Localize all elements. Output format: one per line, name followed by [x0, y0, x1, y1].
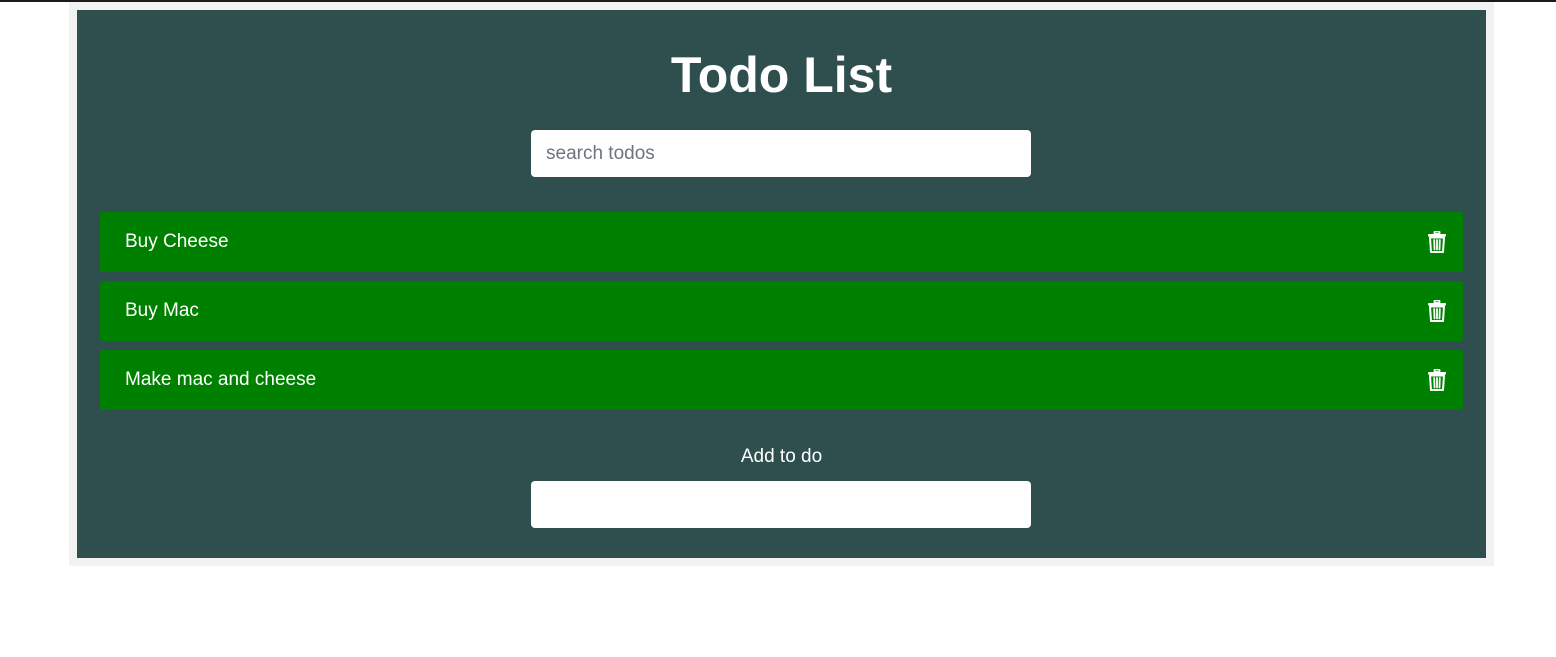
add-todo-label: Add to do: [740, 446, 823, 467]
trash-icon[interactable]: [1428, 231, 1446, 253]
list-item: Buy Mac: [100, 281, 1463, 341]
todo-list: Buy Cheese Buy Mac Make mac and cheese: [100, 212, 1463, 419]
trash-icon-graphic: [1428, 231, 1446, 253]
list-item: Buy Cheese: [100, 212, 1463, 272]
trash-icon-graphic: [1428, 369, 1446, 391]
trash-icon-graphic: [1428, 300, 1446, 322]
add-todo-form: [531, 481, 1031, 528]
list-item: Make mac and cheese: [100, 350, 1463, 410]
search-form: [531, 130, 1031, 177]
search-input[interactable]: [531, 130, 1031, 177]
todo-text: Make mac and cheese: [125, 369, 317, 390]
page-title: Todo List: [670, 47, 893, 103]
todo-text: Buy Mac: [125, 300, 199, 321]
trash-icon[interactable]: [1428, 300, 1446, 322]
add-todo-input[interactable]: [531, 481, 1031, 528]
trash-icon[interactable]: [1428, 369, 1446, 391]
todo-text: Buy Cheese: [125, 231, 229, 252]
todo-app: Todo List Buy Cheese Buy Mac: [77, 10, 1486, 558]
